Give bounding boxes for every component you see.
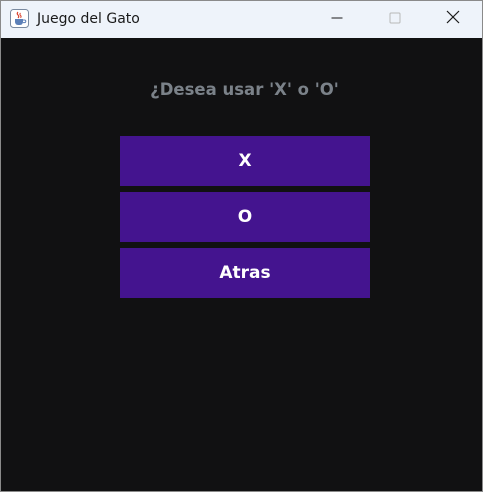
app-window: Juego del Gato ¿Desea usar 'X' o 'O' X O…	[0, 0, 483, 492]
java-cup-icon	[10, 9, 29, 28]
main-panel: ¿Desea usar 'X' o 'O' X O Atras	[1, 38, 482, 491]
window-title: Juego del Gato	[37, 11, 140, 27]
choice-prompt: ¿Desea usar 'X' o 'O'	[150, 80, 339, 99]
close-icon	[446, 10, 460, 29]
maximize-button[interactable]	[366, 1, 424, 38]
back-button[interactable]: Atras	[120, 248, 370, 298]
title-bar[interactable]: Juego del Gato	[1, 1, 482, 38]
choose-o-button[interactable]: O	[120, 192, 370, 242]
close-button[interactable]	[424, 1, 482, 38]
minimize-icon	[331, 11, 343, 29]
minimize-button[interactable]	[308, 1, 366, 38]
choose-x-button[interactable]: X	[120, 136, 370, 186]
maximize-icon	[389, 11, 401, 29]
